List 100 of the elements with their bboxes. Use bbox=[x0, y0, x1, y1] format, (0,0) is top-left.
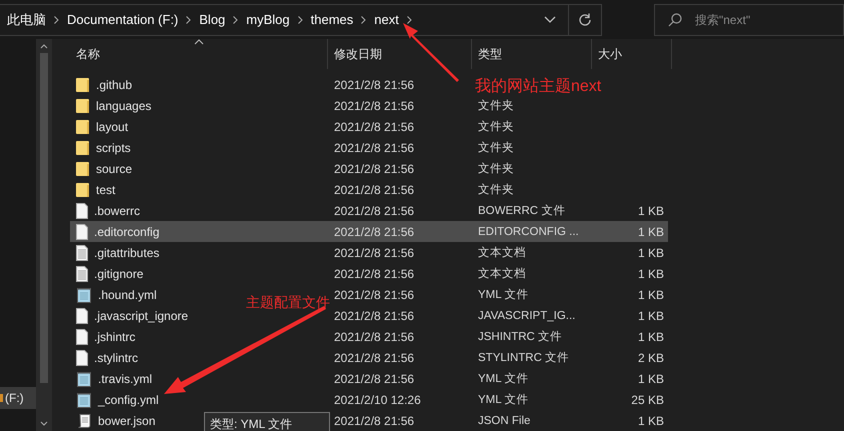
chevron-right-icon[interactable] bbox=[361, 16, 366, 24]
file-name: .javascript_ignore bbox=[94, 308, 188, 324]
file-type: 文本文档 bbox=[478, 268, 526, 280]
annotation-arrow bbox=[403, 23, 459, 82]
file-name: languages bbox=[96, 98, 152, 114]
modified-date: 2021/2/8 21:56 bbox=[334, 330, 414, 344]
search-icon bbox=[668, 12, 682, 26]
address-bar[interactable]: 此电脑 Documentation (F:) Blog myBlog themes next bbox=[0, 4, 602, 36]
file-type: STYLINTRC 文件 bbox=[478, 352, 570, 364]
chevron-right-icon[interactable] bbox=[186, 16, 192, 24]
file-name: .stylintrc bbox=[94, 350, 138, 366]
file-size: 1 KB bbox=[638, 370, 664, 388]
column-header[interactable]: 名称 bbox=[70, 39, 328, 69]
file-type: 文本文档 bbox=[478, 246, 526, 259]
scrollbar-thumb[interactable] bbox=[40, 53, 48, 383]
column-header[interactable]: 类型 bbox=[472, 39, 592, 69]
modified-date: 2021/2/8 21:56 bbox=[334, 372, 414, 386]
selected-row[interactable]: .editorconfig 2021/2/8 21:56 EDITORCONFIG ... 1 KB bbox=[70, 221, 668, 242]
file-size: 1 KB bbox=[638, 308, 664, 324]
scrollbar[interactable] bbox=[36, 39, 52, 431]
modified-date: 2021/2/8 21:56 bbox=[334, 266, 414, 280]
breadcrumb[interactable]: themes bbox=[310, 10, 354, 30]
breadcrumb[interactable]: 此电脑 bbox=[7, 10, 46, 30]
modified-date: 2021/2/8 21:56 bbox=[334, 140, 414, 154]
scroll-down-icon[interactable] bbox=[40, 421, 48, 427]
modified-date: 2021/2/8 21:56 bbox=[334, 224, 414, 238]
file-name: test bbox=[96, 182, 116, 198]
search-field[interactable]: 搜索"next" bbox=[654, 4, 844, 36]
chevron-down-icon[interactable] bbox=[544, 16, 556, 24]
tooltip: 类型: YML 文件 bbox=[204, 412, 330, 431]
column-header[interactable]: 大小 bbox=[592, 39, 672, 69]
chevron-right-icon[interactable] bbox=[54, 16, 59, 24]
nav-item[interactable]: (F:) bbox=[0, 387, 36, 409]
file-icon bbox=[76, 224, 88, 240]
file-type: JSON File bbox=[478, 414, 530, 427]
file-type: 文件夹 bbox=[478, 142, 514, 154]
file-name: .bowerrc bbox=[94, 202, 140, 220]
file-name: bower.json bbox=[98, 412, 156, 430]
file-icon bbox=[76, 202, 88, 218]
annotation-label: 主题配置文件 bbox=[246, 294, 330, 310]
file-icon bbox=[76, 350, 88, 366]
folder-icon bbox=[76, 140, 90, 156]
file-type: 文件夹 bbox=[478, 162, 514, 175]
modified-date: 2021/2/10 12:26 bbox=[334, 392, 421, 406]
file-type: YML 文件 bbox=[478, 288, 528, 301]
annotation-label: 我的网站主题next bbox=[475, 77, 602, 97]
modified-date: 2021/2/8 21:56 bbox=[334, 120, 414, 134]
breadcrumb[interactable]: Documentation (F:) bbox=[67, 10, 178, 30]
notepad-icon bbox=[76, 370, 92, 386]
modified-date: 2021/2/8 21:56 bbox=[334, 78, 414, 92]
notepad-icon bbox=[76, 392, 92, 408]
breadcrumb[interactable]: next bbox=[374, 10, 399, 30]
file-name: source bbox=[96, 160, 132, 178]
scroll-up-icon[interactable] bbox=[40, 43, 48, 49]
file-type: BOWERRC 文件 bbox=[478, 204, 566, 217]
file-type: EDITORCONFIG ... bbox=[478, 226, 579, 238]
file-name: .gitignore bbox=[94, 266, 144, 282]
file-icon bbox=[76, 328, 88, 344]
file-name: layout bbox=[96, 118, 128, 136]
file-size: 1 KB bbox=[638, 202, 664, 220]
sort-caret-icon bbox=[194, 39, 204, 45]
chevron-right-icon[interactable] bbox=[406, 16, 412, 24]
modified-date: 2021/2/8 21:56 bbox=[334, 414, 414, 428]
file-icon bbox=[76, 308, 88, 324]
file-size: 1 KB bbox=[638, 412, 664, 430]
modified-date: 2021/2/8 21:56 bbox=[334, 98, 414, 112]
modified-date: 2021/2/8 21:56 bbox=[334, 204, 414, 218]
file-name: .editorconfig bbox=[94, 224, 160, 240]
file-name: .hound.yml bbox=[98, 286, 157, 304]
file-name: _config.yml bbox=[98, 392, 159, 408]
modified-date: 2021/2/8 21:56 bbox=[334, 350, 414, 364]
folder-icon bbox=[76, 160, 90, 176]
modified-date: 2021/2/8 21:56 bbox=[334, 308, 414, 322]
file-type: JSHINTRC 文件 bbox=[478, 330, 562, 343]
file-size: 2 KB bbox=[638, 350, 664, 366]
text-file-icon bbox=[76, 266, 88, 282]
file-name: .github bbox=[96, 76, 132, 94]
file-type: 文件夹 bbox=[478, 184, 514, 196]
file-type: 文件夹 bbox=[478, 100, 514, 112]
file-type: YML 文件 bbox=[478, 394, 528, 406]
script-icon bbox=[76, 412, 92, 428]
breadcrumb[interactable]: myBlog bbox=[246, 10, 290, 30]
file-size: 1 KB bbox=[638, 244, 664, 262]
file-name: scripts bbox=[96, 140, 131, 156]
file-size: 25 KB bbox=[631, 392, 664, 408]
breadcrumb[interactable]: Blog bbox=[199, 10, 226, 30]
file-name: .jshintrc bbox=[94, 328, 136, 346]
chevron-right-icon[interactable] bbox=[298, 16, 303, 24]
folder-icon bbox=[76, 76, 90, 92]
file-size: 1 KB bbox=[638, 224, 664, 240]
file-type: YML 文件 bbox=[478, 372, 528, 385]
modified-date: 2021/2/8 21:56 bbox=[334, 246, 414, 260]
file-type: 文件夹 bbox=[478, 120, 514, 133]
file-name: .gitattributes bbox=[94, 244, 160, 262]
refresh-icon[interactable] bbox=[578, 12, 592, 26]
folder-icon bbox=[76, 98, 90, 114]
file-type: JAVASCRIPT_IG... bbox=[478, 310, 576, 322]
file-size: 1 KB bbox=[638, 286, 664, 304]
text-file-icon bbox=[76, 244, 88, 260]
chevron-right-icon[interactable] bbox=[233, 16, 238, 24]
